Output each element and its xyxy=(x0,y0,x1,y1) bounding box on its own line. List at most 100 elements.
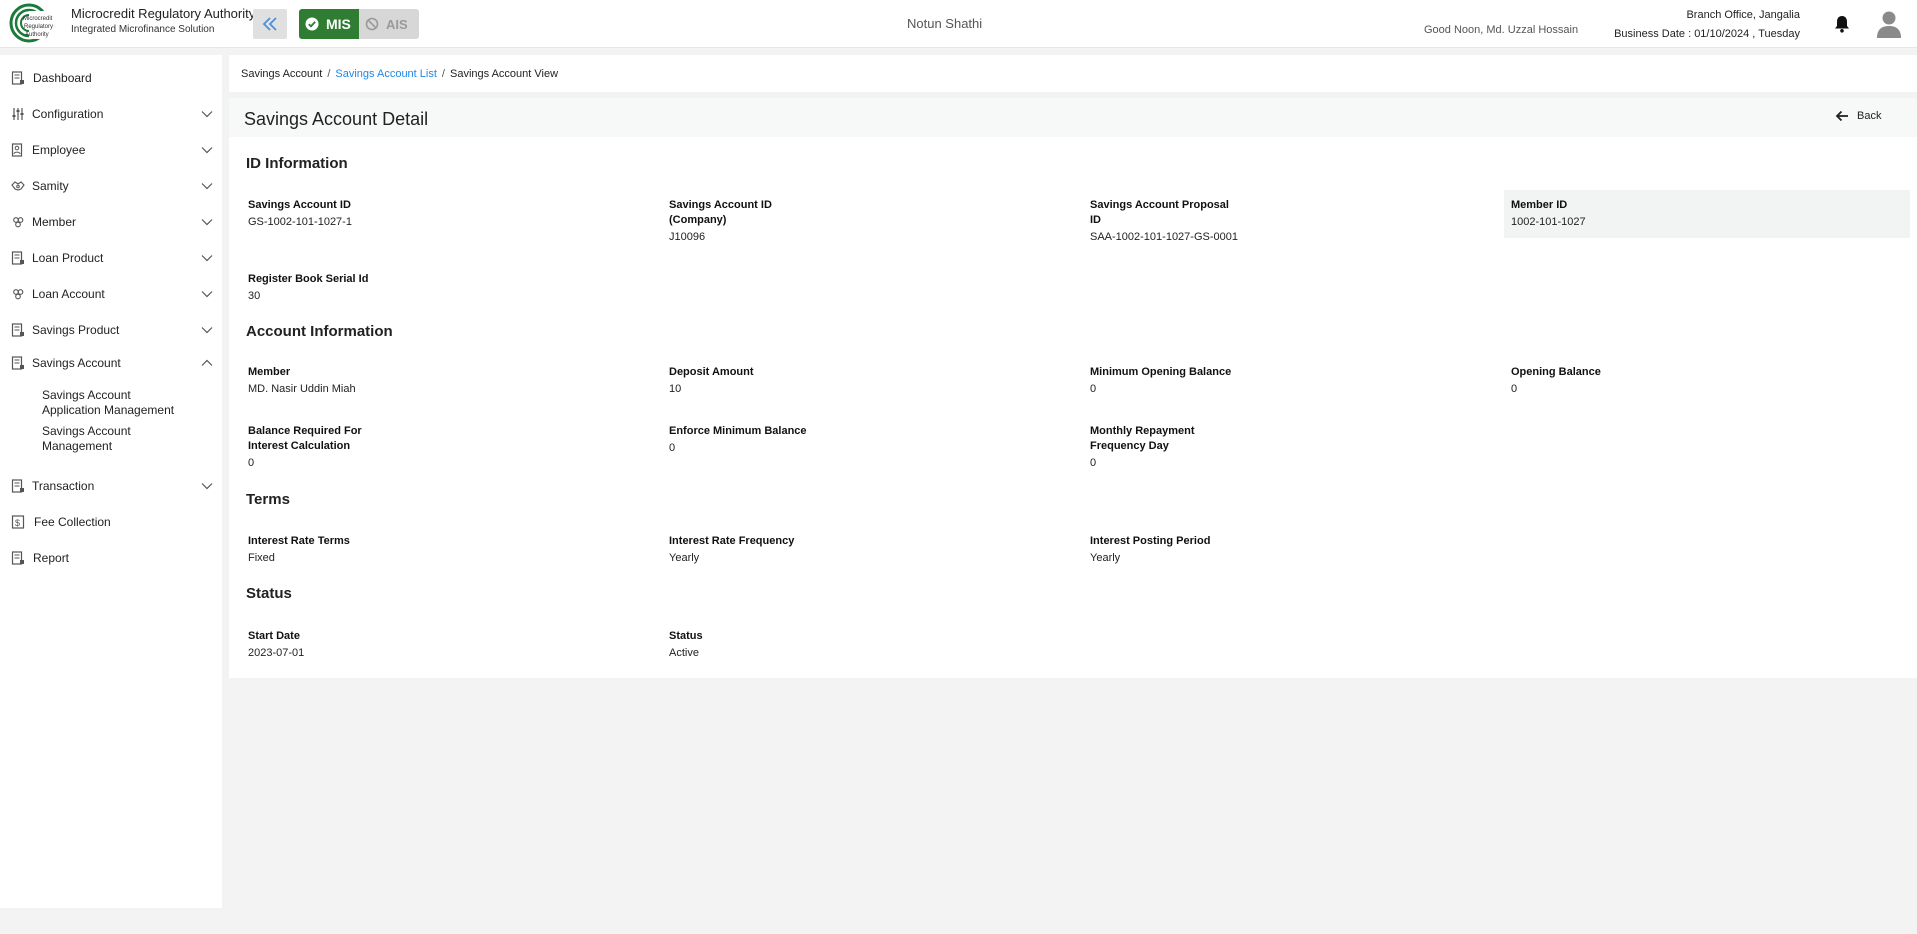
field-savings-account-id-company: Savings Account ID (Company) J10096 xyxy=(669,199,772,243)
fee-icon: $ xyxy=(11,515,25,529)
chevron-down-icon xyxy=(201,183,213,190)
handshake-icon xyxy=(11,181,25,191)
field-minimum-opening-balance: Minimum Opening Balance 0 xyxy=(1090,366,1232,395)
collapse-sidebar-button[interactable] xyxy=(253,9,287,39)
sidebar-item-employee[interactable]: Employee xyxy=(0,140,222,160)
sidebar-item-loan-product[interactable]: Loan Product xyxy=(0,248,222,268)
sidebar-item-label: Savings Account xyxy=(32,356,121,370)
svg-text:Microcredit: Microcredit xyxy=(23,16,53,22)
chevron-down-icon xyxy=(201,219,213,226)
chevron-down-icon xyxy=(201,147,213,154)
mra-logo[interactable]: Microcredit Regulatory Authority xyxy=(9,3,63,43)
brand-title: Microcredit Regulatory Authority xyxy=(71,6,256,21)
breadcrumb-root[interactable]: Savings Account xyxy=(241,68,322,80)
status-badge: Active xyxy=(669,647,699,659)
sliders-icon xyxy=(12,108,24,120)
document-icon xyxy=(11,479,24,493)
sidebar-item-fee-collection[interactable]: $ Fee Collection xyxy=(0,512,222,532)
sidebar-subitem-savings-account-management[interactable]: Savings Account Management xyxy=(42,424,192,454)
branch-name: Branch Office, Jangalia xyxy=(1686,9,1800,21)
back-label: Back xyxy=(1857,110,1882,122)
svg-text:Authority: Authority xyxy=(25,32,49,38)
sidebar-item-label: Transaction xyxy=(32,479,95,493)
sidebar-item-member[interactable]: Member xyxy=(0,212,222,232)
top-header: Microcredit Regulatory Authority Microcr… xyxy=(0,0,1917,48)
double-chevron-left-icon xyxy=(262,17,277,31)
sidebar-item-samity[interactable]: Samity xyxy=(0,176,222,196)
breadcrumb-separator: / xyxy=(441,67,445,80)
mis-toggle-button[interactable]: MIS xyxy=(299,9,359,39)
user-avatar-icon[interactable] xyxy=(1876,10,1902,38)
group-icon xyxy=(13,217,24,228)
section-status: Status xyxy=(246,585,292,602)
section-id-information: ID Information xyxy=(246,155,348,172)
sidebar-item-label: Employee xyxy=(32,143,86,157)
chevron-down-icon xyxy=(201,111,213,118)
back-button[interactable]: Back xyxy=(1835,110,1881,122)
user-greeting: Good Noon, Md. Uzzal Hossain xyxy=(1424,24,1579,36)
field-savings-account-proposal-id: Savings Account Proposal ID SAA-1002-101… xyxy=(1090,199,1238,243)
sidebar-item-label: Configuration xyxy=(32,107,104,121)
sidebar-item-transaction[interactable]: Transaction xyxy=(0,476,222,496)
field-enforce-minimum-balance: Enforce Minimum Balance 0 xyxy=(669,425,807,454)
sidebar-item-label: Savings Product xyxy=(32,323,120,337)
svg-text:$: $ xyxy=(15,518,20,528)
sidebar-item-dashboard[interactable]: Dashboard xyxy=(0,68,222,88)
field-status: Status Active xyxy=(669,629,1049,659)
breadcrumb-separator: / xyxy=(327,67,331,80)
sidebar-item-report[interactable]: Report xyxy=(0,548,222,568)
report-icon xyxy=(11,551,24,565)
breadcrumb: Savings Account / Savings Account List /… xyxy=(229,55,1917,92)
notification-bell-icon[interactable] xyxy=(1834,15,1850,33)
field-member-id: Member ID 1002-101-1027 xyxy=(1511,199,1586,228)
chevron-up-icon xyxy=(201,359,213,366)
chevron-down-icon xyxy=(201,291,213,298)
sidebar-item-label: Report xyxy=(33,551,70,565)
chevron-down-icon xyxy=(201,483,213,490)
document-icon xyxy=(11,323,24,337)
sidebar-subitem-savings-application-management[interactable]: Savings Account Application Management xyxy=(42,388,192,418)
block-icon xyxy=(365,17,379,31)
page-title: Savings Account Detail xyxy=(244,109,429,129)
sidebar-item-label: Member xyxy=(32,215,77,229)
field-opening-balance: Opening Balance 0 xyxy=(1511,366,1601,395)
field-register-book-serial-id: Register Book Serial Id 30 xyxy=(248,273,369,302)
field-interest-rate-terms: Interest Rate Terms Fixed xyxy=(248,535,350,564)
business-date: Business Date : 01/10/2024 , Tuesday xyxy=(1614,28,1800,40)
breadcrumb-link-savings-account-list[interactable]: Savings Account List xyxy=(335,68,437,80)
sidebar-item-loan-account[interactable]: Loan Account xyxy=(0,284,222,304)
field-balance-required-interest: Balance Required For Interest Calculatio… xyxy=(248,425,362,469)
field-member: Member MD. Nasir Uddin Miah xyxy=(248,366,356,395)
sidebar-item-label: Loan Account xyxy=(32,287,105,301)
field-savings-account-id: Savings Account ID GS-1002-101-1027-1 xyxy=(248,199,352,228)
ais-toggle-button[interactable]: AIS xyxy=(359,9,419,39)
employee-icon xyxy=(11,143,23,157)
field-interest-posting-period: Interest Posting Period Yearly xyxy=(1090,535,1211,564)
sidebar-item-configuration[interactable]: Configuration xyxy=(0,104,222,124)
sidebar-item-label: Dashboard xyxy=(33,71,92,85)
card-header: Savings Account Detail Back xyxy=(229,98,1917,137)
sidebar-item-savings-account[interactable]: Savings Account xyxy=(0,353,222,373)
section-account-information: Account Information xyxy=(246,323,393,340)
breadcrumb-current: Savings Account View xyxy=(449,67,559,80)
field-monthly-repayment-frequency-day: Monthly Repayment Frequency Day 0 xyxy=(1090,425,1195,469)
arrow-left-icon xyxy=(1835,110,1848,122)
section-terms: Terms xyxy=(246,491,290,508)
svg-text:Regulatory: Regulatory xyxy=(24,24,53,30)
brand: Microcredit Regulatory Authority Integra… xyxy=(71,6,255,35)
savings-account-detail-card: Savings Account Detail Back ID Informati… xyxy=(229,98,1917,678)
field-interest-rate-frequency: Interest Rate Frequency Yearly xyxy=(669,535,795,564)
organization-name: Notun Shathi xyxy=(907,16,983,31)
sidebar-item-label: Samity xyxy=(32,179,69,193)
document-icon xyxy=(11,356,24,370)
group-icon xyxy=(13,289,24,300)
sidebar-item-label: Fee Collection xyxy=(34,515,111,529)
sidebar: Dashboard Configuration Employee Samity … xyxy=(0,55,222,908)
branch-info: Branch Office, Jangalia Business Date : … xyxy=(1614,6,1800,44)
brand-subtitle: Integrated Microfinance Solution xyxy=(71,24,215,35)
sidebar-item-savings-product[interactable]: Savings Product xyxy=(0,320,222,340)
document-icon xyxy=(11,251,24,265)
check-circle-icon xyxy=(305,17,319,31)
chevron-down-icon xyxy=(201,327,213,334)
ais-label: AIS xyxy=(386,16,408,32)
